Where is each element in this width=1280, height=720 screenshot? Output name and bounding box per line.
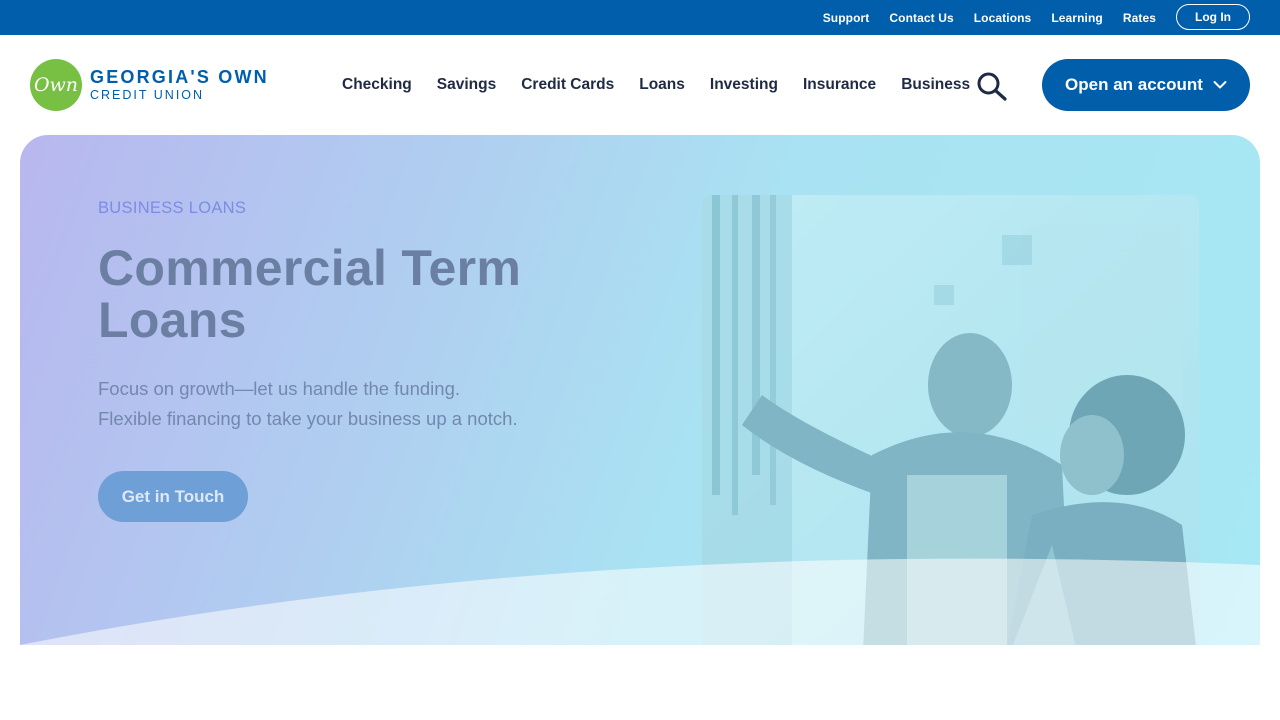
- nav-item-loans[interactable]: Loans: [639, 76, 685, 94]
- nav-item-checking[interactable]: Checking: [342, 76, 412, 94]
- chevron-down-icon: [1213, 81, 1227, 89]
- utility-link-locations[interactable]: Locations: [974, 11, 1032, 25]
- nav-item-savings[interactable]: Savings: [437, 76, 496, 94]
- login-button[interactable]: Log In: [1176, 4, 1250, 30]
- hero-subtitle-line2: Flexible financing to take your business…: [98, 408, 518, 429]
- utility-link-rates[interactable]: Rates: [1123, 11, 1156, 25]
- search-icon[interactable]: [976, 71, 1008, 101]
- utility-links: Support Contact Us Locations Learning Ra…: [823, 0, 1156, 35]
- utility-link-contact-us[interactable]: Contact Us: [889, 11, 953, 25]
- hero-eyebrow: BUSINESS LOANS: [98, 199, 247, 217]
- logo-badge-text: Own: [33, 74, 79, 96]
- site-header: Own GEORGIA'S OWN CREDIT UNION Checking …: [0, 35, 1280, 135]
- hero-subtitle: Focus on growth—let us handle the fundin…: [98, 374, 618, 434]
- utility-link-support[interactable]: Support: [823, 11, 870, 25]
- nav-item-business[interactable]: Business: [901, 76, 970, 94]
- get-in-touch-button[interactable]: Get in Touch: [98, 471, 248, 522]
- logo-badge: Own: [30, 59, 82, 111]
- logo-wordmark: GEORGIA'S OWN CREDIT UNION: [90, 68, 269, 102]
- logo-line1: GEORGIA'S OWN: [90, 67, 269, 88]
- main-nav: Checking Savings Credit Cards Loans Inve…: [342, 35, 970, 135]
- hero-subtitle-line1: Focus on growth—let us handle the fundin…: [98, 378, 461, 399]
- utility-bar: Support Contact Us Locations Learning Ra…: [0, 0, 1280, 35]
- page-title: Commercial Term Loans: [98, 240, 522, 348]
- logo-line2: CREDIT UNION: [90, 88, 205, 103]
- logo[interactable]: Own GEORGIA'S OWN CREDIT UNION: [30, 59, 275, 111]
- nav-item-insurance[interactable]: Insurance: [803, 76, 876, 94]
- nav-item-investing[interactable]: Investing: [710, 76, 778, 94]
- open-account-button[interactable]: Open an account: [1042, 59, 1250, 111]
- nav-item-credit-cards[interactable]: Credit Cards: [521, 76, 614, 94]
- open-account-label: Open an account: [1065, 75, 1203, 94]
- utility-link-learning[interactable]: Learning: [1051, 11, 1102, 25]
